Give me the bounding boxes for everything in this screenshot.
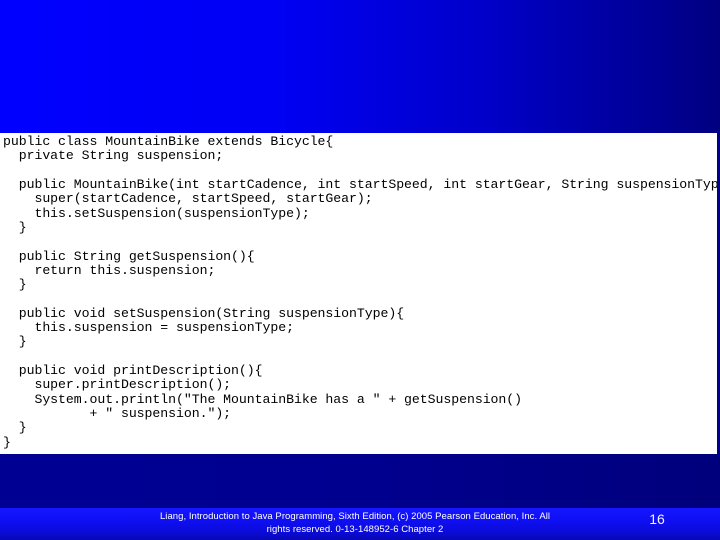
lower-background-band — [0, 454, 720, 508]
slide-canvas: public class MountainBike extends Bicycl… — [0, 0, 720, 540]
footer-credit: Liang, Introduction to Java Programming,… — [120, 510, 590, 536]
code-panel: public class MountainBike extends Bicycl… — [0, 133, 720, 454]
footer-credit-line-1: Liang, Introduction to Java Programming,… — [159, 511, 551, 522]
page-number: 16 — [649, 511, 665, 527]
footer-bar: Liang, Introduction to Java Programming,… — [0, 508, 720, 540]
footer-credit-line-2: rights reserved. 0-13-148952-6 Chapter 2 — [266, 524, 444, 535]
java-source-code: public class MountainBike extends Bicycl… — [3, 134, 720, 450]
